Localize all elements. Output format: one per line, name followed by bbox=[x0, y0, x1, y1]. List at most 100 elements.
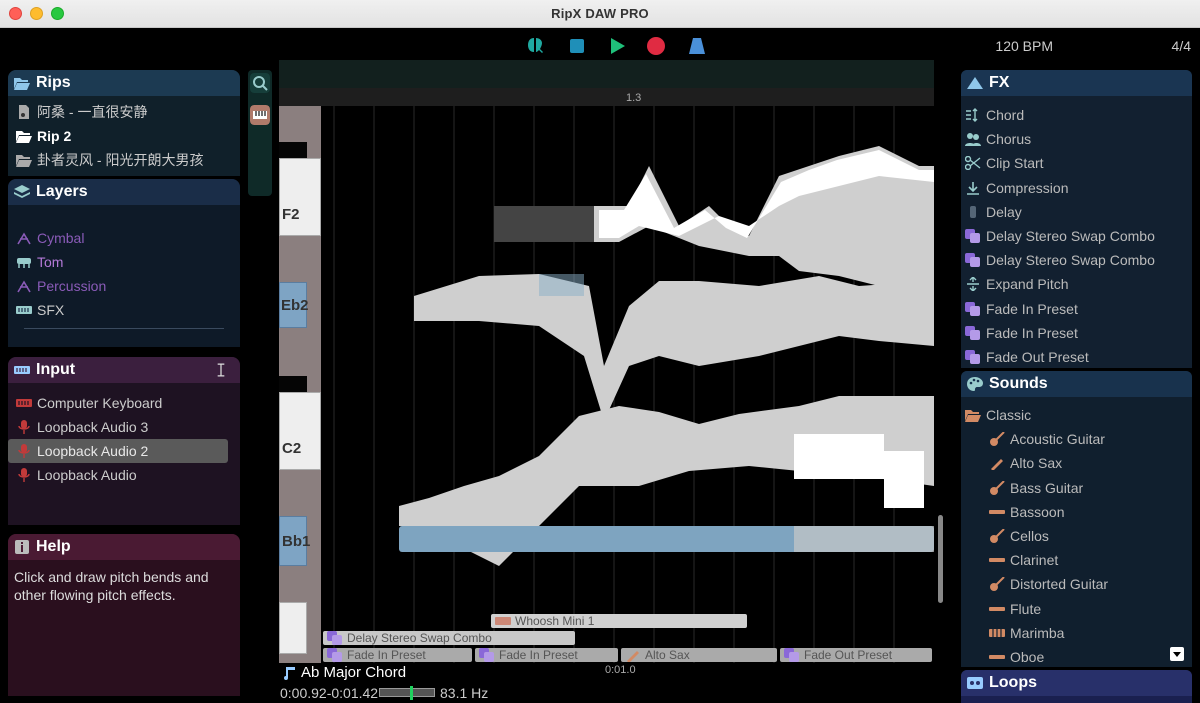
sound-item-flute[interactable]: Flute bbox=[961, 597, 1192, 621]
close-window-button[interactable] bbox=[9, 7, 22, 20]
sounds-header[interactable]: Sounds bbox=[961, 371, 1192, 397]
fx-item-fade-out[interactable]: Fade Out Preset bbox=[961, 345, 1192, 368]
input-item-loopback-2-selected[interactable]: Loopback Audio 2 bbox=[8, 439, 228, 463]
fx-header[interactable]: FX bbox=[961, 70, 1192, 96]
ruler-marker: 1.3 bbox=[626, 92, 642, 104]
rip-item[interactable]: 阿桑 - 一直很安静 bbox=[8, 100, 240, 124]
clip-delay-stereo[interactable]: Delay Stereo Swap Combo bbox=[323, 631, 575, 645]
file-audio-icon bbox=[19, 105, 29, 119]
sound-item-bass-guitar[interactable]: Bass Guitar bbox=[961, 476, 1192, 500]
layer-item-percussion[interactable]: Percussion bbox=[8, 274, 240, 298]
minimize-window-button[interactable] bbox=[30, 7, 43, 20]
sounds-panel: Sounds Classic Acoustic Guitar Alto Sax … bbox=[961, 371, 1192, 667]
oboe-icon bbox=[989, 654, 1005, 659]
fx-item-delay[interactable]: Delay bbox=[961, 200, 1192, 224]
percussion-icon bbox=[17, 280, 31, 293]
layers-panel: Layers Cymbal Tom Percussion SFX bbox=[8, 179, 240, 347]
fx-item-delay-stereo-1[interactable]: Delay Stereo Swap Combo bbox=[961, 224, 1192, 248]
chord-readout: Ab Major Chord bbox=[281, 664, 406, 681]
brain-unmix-icon[interactable] bbox=[526, 36, 546, 56]
key-c2[interactable]: C2 bbox=[279, 392, 321, 470]
input-item-keyboard[interactable]: Computer Keyboard bbox=[8, 391, 240, 415]
tuner-icon[interactable] bbox=[687, 36, 707, 56]
layer-item-tom[interactable]: Tom bbox=[8, 250, 240, 274]
clip-alto-sax[interactable]: Alto Sax bbox=[621, 648, 777, 662]
keyboard-icon bbox=[16, 399, 32, 407]
record-button[interactable] bbox=[646, 36, 666, 56]
status-bar: Ab Major Chord 0:01.0 0:00.92-0:01.42 83… bbox=[279, 663, 934, 703]
sound-item-oboe[interactable]: Oboe bbox=[961, 645, 1192, 667]
clip-whoosh[interactable]: Whoosh Mini 1 bbox=[491, 614, 747, 628]
help-text: Click and draw pitch bends and other flo… bbox=[14, 569, 209, 603]
time-signature[interactable]: 4/4 bbox=[1172, 38, 1191, 54]
sound-item-clarinet[interactable]: Clarinet bbox=[961, 548, 1192, 572]
layer-item-cymbal[interactable]: Cymbal bbox=[8, 226, 240, 250]
clip-fade-in-2[interactable]: Fade In Preset bbox=[475, 648, 618, 662]
pitch-editor[interactable]: 1.3 F2 Eb2 C2 Bb1 Whoosh Mini 1 Delay St… bbox=[279, 60, 934, 663]
preset-icon bbox=[479, 648, 494, 662]
sounds-category-classic[interactable]: Classic bbox=[961, 403, 1192, 427]
marimba-icon bbox=[989, 628, 1005, 637]
layers-header[interactable]: Layers bbox=[8, 179, 240, 205]
key-f2[interactable]: F2 bbox=[279, 158, 321, 236]
key-a1[interactable] bbox=[279, 602, 307, 654]
scroll-down-icon[interactable] bbox=[1170, 647, 1184, 661]
sound-item-acoustic-guitar[interactable]: Acoustic Guitar bbox=[961, 427, 1192, 451]
fx-item-expand-pitch[interactable]: Expand Pitch bbox=[961, 272, 1192, 296]
editor-vertical-scrollbar[interactable] bbox=[938, 515, 943, 603]
bar-ruler[interactable] bbox=[279, 88, 934, 106]
help-title: Help bbox=[36, 538, 71, 555]
piano-roll-keys[interactable]: F2 Eb2 C2 Bb1 bbox=[279, 106, 321, 663]
note-f2[interactable] bbox=[494, 146, 934, 286]
play-button[interactable] bbox=[607, 36, 627, 56]
microphone-icon bbox=[18, 420, 30, 434]
search-icon[interactable] bbox=[250, 73, 270, 93]
sound-item-bassoon[interactable]: Bassoon bbox=[961, 500, 1192, 524]
sound-item-alto-sax[interactable]: Alto Sax bbox=[961, 451, 1192, 475]
folder-open-icon bbox=[965, 410, 981, 423]
loops-title: Loops bbox=[989, 674, 1037, 691]
help-panel: Help Click and draw pitch bends and othe… bbox=[8, 534, 240, 696]
layers-divider bbox=[24, 328, 224, 329]
fx-item-compression[interactable]: Compression bbox=[961, 176, 1192, 200]
layer-item-sfx[interactable]: SFX bbox=[8, 298, 240, 322]
input-item-loopback-3[interactable]: Loopback Audio 3 bbox=[8, 415, 240, 439]
flute-icon bbox=[989, 606, 1005, 611]
fx-item-fade-in-1[interactable]: Fade In Preset bbox=[961, 297, 1192, 321]
note-bb1[interactable] bbox=[399, 526, 934, 552]
sound-item-cellos[interactable]: Cellos bbox=[961, 524, 1192, 548]
timeline-time-label: 0:01.0 bbox=[605, 664, 636, 676]
clip-fade-out[interactable]: Fade Out Preset bbox=[780, 648, 932, 662]
bpm-display[interactable]: 120 BPM bbox=[995, 38, 1053, 54]
rip-item-active[interactable]: Rip 2 bbox=[8, 124, 240, 148]
preset-icon bbox=[965, 325, 980, 340]
rips-header[interactable]: Rips bbox=[8, 70, 240, 96]
maximize-window-button[interactable] bbox=[51, 7, 64, 20]
input-item-loopback[interactable]: Loopback Audio bbox=[8, 463, 240, 487]
clip-fade-in-1[interactable]: Fade In Preset bbox=[323, 648, 472, 662]
preset-icon bbox=[327, 648, 342, 662]
loops-header[interactable]: Loops bbox=[961, 670, 1192, 696]
fx-item-delay-stereo-2[interactable]: Delay Stereo Swap Combo bbox=[961, 248, 1192, 272]
key-eb2[interactable]: Eb2 bbox=[279, 282, 309, 328]
cassette-icon bbox=[967, 677, 983, 689]
sound-item-marimba[interactable]: Marimba bbox=[961, 621, 1192, 645]
scissors-icon bbox=[965, 156, 981, 171]
cursor-text-icon[interactable] bbox=[216, 363, 226, 377]
fx-item-clip-start[interactable]: Clip Start bbox=[961, 151, 1192, 175]
input-header[interactable]: Input bbox=[8, 357, 240, 383]
help-header[interactable]: Help bbox=[8, 534, 240, 560]
fx-title: FX bbox=[989, 74, 1010, 91]
fx-item-chorus[interactable]: Chorus bbox=[961, 127, 1192, 151]
rip-item[interactable]: 卦者灵风 - 阳光开朗大男孩 bbox=[8, 148, 240, 172]
preset-icon bbox=[965, 301, 980, 316]
fx-triangle-icon bbox=[967, 77, 983, 89]
stop-button[interactable] bbox=[567, 36, 587, 56]
piano-keys-icon[interactable] bbox=[250, 105, 270, 125]
key-bb1[interactable]: Bb1 bbox=[279, 516, 310, 566]
compression-icon bbox=[967, 181, 979, 195]
sound-item-distorted-guitar[interactable]: Distorted Guitar bbox=[961, 572, 1192, 596]
note-canvas[interactable] bbox=[279, 106, 934, 663]
fx-item-fade-in-2[interactable]: Fade In Preset bbox=[961, 321, 1192, 345]
fx-item-chord[interactable]: Chord bbox=[961, 103, 1192, 127]
